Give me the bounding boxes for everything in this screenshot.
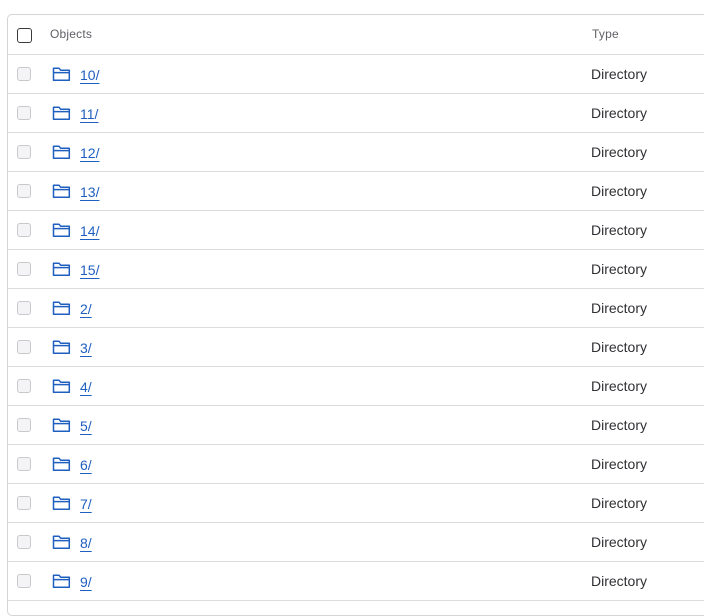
- row-checkbox[interactable]: [17, 340, 31, 354]
- object-name-link[interactable]: 7/: [80, 496, 92, 512]
- folder-icon: [52, 379, 71, 394]
- table-row[interactable]: 7/Directory: [8, 484, 704, 523]
- object-name-link[interactable]: 3/: [80, 340, 92, 356]
- table-row[interactable]: 2/Directory: [8, 289, 704, 328]
- select-all-checkbox[interactable]: [17, 28, 32, 43]
- row-checkbox[interactable]: [17, 67, 31, 81]
- table-row[interactable]: 15/Directory: [8, 250, 704, 289]
- object-type: Directory: [591, 573, 648, 589]
- object-name-link[interactable]: 10/: [80, 67, 99, 83]
- table-row[interactable]: 14/Directory: [8, 211, 704, 250]
- row-checkbox[interactable]: [17, 457, 31, 471]
- row-checkbox[interactable]: [17, 418, 31, 432]
- table-row[interactable]: 4/Directory: [8, 367, 704, 406]
- folder-icon: [52, 223, 71, 238]
- folder-icon: [52, 262, 71, 277]
- table-row[interactable]: 6/Directory: [8, 445, 704, 484]
- object-type: Directory: [591, 183, 648, 199]
- row-checkbox[interactable]: [17, 535, 31, 549]
- folder-icon: [52, 574, 71, 589]
- folder-icon: [52, 184, 71, 199]
- object-name-link[interactable]: 2/: [80, 301, 92, 317]
- objects-table: Objects Type 10/Directory 11/Directory 12/…: [7, 14, 704, 616]
- folder-icon: [52, 496, 71, 511]
- object-name-link[interactable]: 14/: [80, 223, 99, 239]
- row-checkbox[interactable]: [17, 262, 31, 276]
- object-name-link[interactable]: 11/: [80, 106, 98, 122]
- table-row[interactable]: 10/Directory: [8, 55, 704, 94]
- objects-column-header[interactable]: Objects: [50, 27, 92, 41]
- table-header: Objects Type: [8, 15, 704, 55]
- row-checkbox[interactable]: [17, 106, 31, 120]
- table-row[interactable]: 11/Directory: [8, 94, 704, 133]
- table-row[interactable]: 13/Directory: [8, 172, 704, 211]
- object-name-link[interactable]: 13/: [80, 184, 99, 200]
- folder-icon: [52, 457, 71, 472]
- folder-icon: [52, 145, 71, 160]
- object-name-link[interactable]: 12/: [80, 145, 99, 161]
- object-type: Directory: [591, 495, 648, 511]
- object-type: Directory: [591, 261, 648, 277]
- object-name-link[interactable]: 5/: [80, 418, 92, 434]
- object-name-link[interactable]: 8/: [80, 535, 92, 551]
- folder-icon: [52, 301, 71, 316]
- object-name-link[interactable]: 6/: [80, 457, 92, 473]
- folder-icon: [52, 418, 71, 433]
- table-row[interactable]: 5/Directory: [8, 406, 704, 445]
- row-checkbox[interactable]: [17, 184, 31, 198]
- row-checkbox[interactable]: [17, 145, 31, 159]
- object-type: Directory: [591, 222, 648, 238]
- table-row[interactable]: 8/Directory: [8, 523, 704, 562]
- object-type: Directory: [591, 339, 648, 355]
- table-row[interactable]: 9/Directory: [8, 562, 704, 601]
- folder-icon: [52, 106, 71, 121]
- folder-icon: [52, 340, 71, 355]
- row-checkbox[interactable]: [17, 223, 31, 237]
- object-type: Directory: [591, 144, 648, 160]
- object-type: Directory: [591, 534, 648, 550]
- object-name-link[interactable]: 15/: [80, 262, 99, 278]
- row-checkbox[interactable]: [17, 496, 31, 510]
- object-type: Directory: [591, 66, 648, 82]
- object-name-link[interactable]: 9/: [80, 574, 92, 590]
- object-type: Directory: [591, 105, 648, 121]
- row-checkbox[interactable]: [17, 574, 31, 588]
- object-type: Directory: [591, 300, 648, 316]
- type-column-header[interactable]: Type: [592, 27, 619, 41]
- object-name-link[interactable]: 4/: [80, 379, 92, 395]
- table-body: 10/Directory 11/Directory 12/Directory 13/D…: [8, 55, 704, 601]
- table-row[interactable]: 12/Directory: [8, 133, 704, 172]
- row-checkbox[interactable]: [17, 379, 31, 393]
- object-type: Directory: [591, 456, 648, 472]
- folder-icon: [52, 67, 71, 82]
- table-row[interactable]: 3/Directory: [8, 328, 704, 367]
- object-type: Directory: [591, 417, 648, 433]
- object-type: Directory: [591, 378, 648, 394]
- row-checkbox[interactable]: [17, 301, 31, 315]
- folder-icon: [52, 535, 71, 550]
